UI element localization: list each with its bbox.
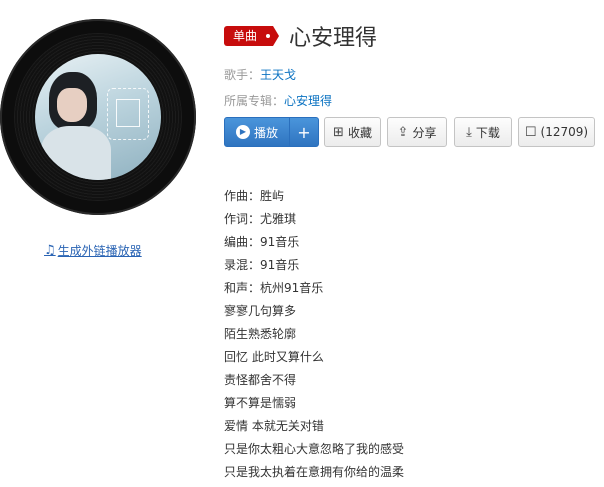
lyric-line: 寥寥几句算多 [224, 304, 297, 318]
comment-count: (12709) [540, 125, 589, 139]
lyric-line: 陌生熟悉轮廓 [224, 327, 297, 341]
badge-dot [266, 34, 270, 38]
singer-link[interactable]: 王天戈 [260, 68, 296, 82]
play-button[interactable]: ▶ 播放 [224, 117, 290, 147]
music-note-icon: ♫ [44, 243, 56, 258]
download-label: 下载 [475, 125, 500, 140]
cover-face [57, 88, 87, 122]
album-label: 所属专辑： [224, 94, 285, 108]
cover-body [41, 126, 111, 180]
cover-artwork [107, 88, 149, 140]
favorite-label: 收藏 [347, 125, 372, 140]
play-label: 播放 [253, 125, 278, 140]
album-link[interactable]: 心安理得 [284, 94, 332, 108]
plus-icon: + [297, 122, 311, 142]
song-title: 心安理得 [289, 26, 378, 51]
download-icon: ⤓ [466, 124, 472, 140]
lyric-line: 编曲：91音乐 [224, 235, 300, 249]
lyric-line: 作曲：胜屿 [224, 189, 285, 203]
single-badge-label: 单曲 [233, 29, 258, 43]
comment-icon: ☐ [524, 124, 537, 140]
play-icon: ▶ [235, 125, 250, 139]
lyric-line: 作词：尤雅琪 [224, 212, 297, 226]
single-badge: 单曲 [224, 26, 279, 46]
external-player-label: 生成外链播放器 [57, 244, 142, 258]
comment-button[interactable]: ☐ (12709) [518, 117, 595, 147]
add-to-playlist-button[interactable]: + [289, 117, 319, 147]
singer-label: 歌手： [224, 68, 261, 82]
generate-external-player-link[interactable]: ♫ 生成外链播放器 [44, 242, 142, 259]
share-label: 分享 [412, 125, 437, 140]
album-row: 所属专辑：心安理得 [224, 92, 332, 109]
favorite-icon: ⊞ [333, 124, 344, 140]
download-button[interactable]: ⤓ 下载 [454, 117, 512, 147]
lyric-line: 算不算是懦弱 [224, 396, 297, 410]
share-icon: ⇪ [397, 124, 409, 140]
album-cover-image [35, 54, 161, 180]
lyric-line: 和声：杭州91音乐 [224, 281, 324, 295]
lyric-line: 回忆 此时又算什么 [224, 350, 324, 364]
favorite-button[interactable]: ⊞ 收藏 [324, 117, 381, 147]
lyric-line: 责怪都舍不得 [224, 373, 297, 387]
singer-row: 歌手：王天戈 [224, 66, 296, 83]
lyric-line: 爱情 本就无关对错 [224, 419, 324, 433]
share-button[interactable]: ⇪ 分享 [387, 117, 447, 147]
lyric-line: 录混：91音乐 [224, 258, 300, 272]
lyric-line: 只是你太粗心大意忽略了我的感受 [224, 442, 405, 456]
lyrics-list: 作曲：胜屿 作词：尤雅琪 编曲：91音乐 录混：91音乐 和声：杭州91音乐 寥… [224, 188, 404, 487]
lyric-line: 只是我太执着在意拥有你给的温柔 [224, 465, 405, 479]
